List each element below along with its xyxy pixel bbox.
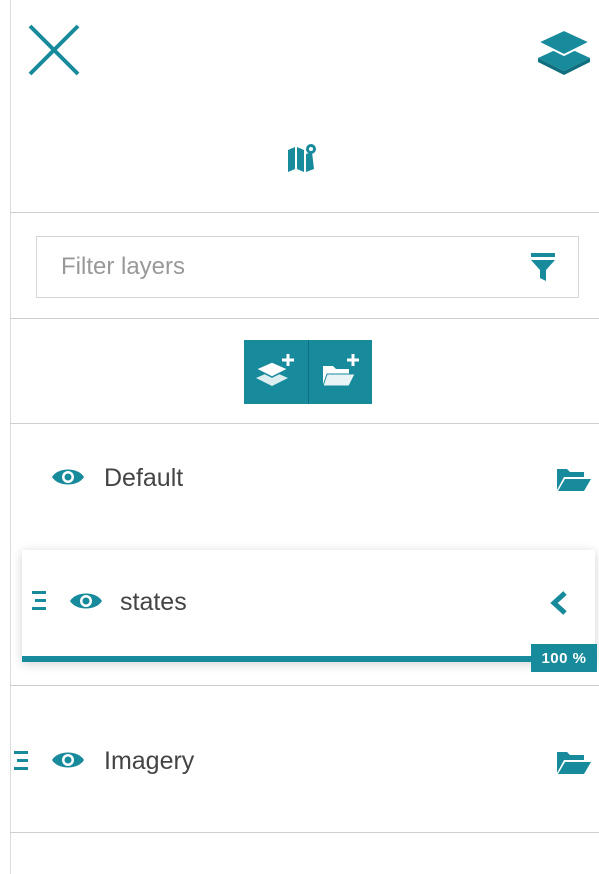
folder-open-icon (557, 752, 591, 774)
funnel-icon (531, 253, 555, 281)
drag-handle-icon (14, 751, 28, 770)
filter-button[interactable] (525, 249, 561, 285)
divider (10, 318, 599, 319)
divider (10, 685, 599, 686)
close-button[interactable] (26, 24, 82, 76)
opacity-value-badge: 100 % (531, 644, 597, 672)
layer-label: Imagery (104, 747, 195, 775)
add-layer-button[interactable] (244, 340, 308, 404)
opacity-slider[interactable] (22, 656, 535, 662)
divider (10, 212, 599, 213)
map-view-button[interactable] (286, 142, 318, 172)
drag-handle[interactable] (32, 590, 48, 612)
add-folder-icon (321, 354, 359, 387)
divider (10, 832, 599, 833)
divider (10, 423, 599, 424)
open-group-button[interactable] (554, 464, 594, 494)
filter-layers-input[interactable] (37, 237, 517, 297)
eye-icon (70, 593, 102, 609)
eye-icon (52, 752, 84, 768)
visibility-toggle[interactable] (50, 747, 86, 773)
drag-handle[interactable] (14, 750, 30, 772)
collapse-button[interactable] (542, 586, 576, 620)
layer-row-states[interactable]: states (22, 550, 595, 662)
layer-label: states (120, 588, 187, 616)
map-pin-icon (288, 144, 316, 172)
layer-row-default[interactable]: Default (10, 450, 599, 510)
add-group-button[interactable] (308, 340, 372, 404)
layers-stack-icon (536, 28, 592, 75)
open-group-button[interactable] (554, 747, 594, 777)
visibility-toggle[interactable] (50, 464, 86, 490)
layer-row-imagery[interactable]: Imagery (10, 732, 599, 792)
add-buttons-group (244, 340, 372, 404)
visibility-toggle[interactable] (68, 588, 104, 614)
drag-handle-icon (32, 591, 46, 610)
eye-icon (52, 469, 84, 485)
layers-toggle-button[interactable] (536, 28, 592, 78)
filter-layers-field (36, 236, 579, 298)
layer-label: Default (104, 464, 184, 492)
add-layer-icon (256, 354, 294, 386)
close-icon (28, 24, 80, 76)
chevron-left-icon (550, 591, 567, 615)
folder-open-icon (557, 469, 591, 491)
